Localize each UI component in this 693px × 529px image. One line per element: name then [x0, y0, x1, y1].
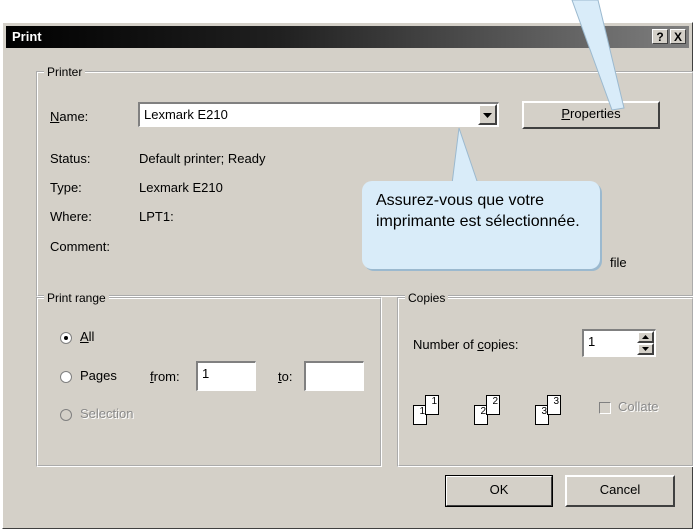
arrow-down-icon — [642, 347, 649, 351]
print-dialog: Print ? X Printer Name: Lexmark E210 Pro… — [2, 22, 693, 529]
type-label: Type: — [50, 180, 82, 195]
copies-legend: Copies — [405, 290, 449, 306]
to-label: to: — [278, 369, 293, 384]
collate-checkbox[interactable] — [599, 402, 611, 414]
arrow-up-icon — [642, 335, 649, 339]
selection-radio[interactable] — [60, 409, 72, 421]
from-label: from: — [150, 369, 180, 384]
chevron-down-icon — [483, 113, 492, 118]
to-input[interactable] — [304, 361, 364, 391]
from-input[interactable]: 1 — [196, 361, 256, 391]
collate-page: 3 — [547, 395, 561, 415]
status-label: Status: — [50, 151, 91, 166]
print-range-group: Print range All Pages from: 1 to: Select… — [36, 290, 382, 467]
title-bar: Print ? X — [6, 26, 689, 48]
window-title: Print — [12, 29, 42, 44]
annotation-callout: Assurez-vous que votre imprimante est sé… — [362, 181, 600, 269]
close-button[interactable]: X — [670, 29, 686, 44]
all-radio[interactable] — [60, 332, 72, 344]
selection-label: Selection — [80, 406, 134, 421]
type-value: Lexmark E210 — [139, 180, 223, 195]
cancel-button[interactable]: Cancel — [565, 475, 675, 507]
callout-text: Assurez-vous que votre imprimante est sé… — [376, 192, 580, 230]
comment-label: Comment: — [50, 239, 110, 254]
printer-name-select[interactable]: Lexmark E210 — [138, 102, 499, 127]
pages-radio[interactable] — [60, 371, 72, 383]
printer-legend: Printer — [44, 64, 86, 80]
name-label: Name: — [50, 109, 89, 124]
ok-button[interactable]: OK — [445, 475, 553, 507]
help-button[interactable]: ? — [652, 29, 668, 44]
number-of-copies-label: Number of copies: — [413, 337, 519, 352]
printer-dropdown-button[interactable] — [478, 104, 497, 125]
where-label: Where: — [50, 209, 92, 224]
printer-name-value: Lexmark E210 — [144, 107, 228, 122]
copies-up-button[interactable] — [637, 331, 654, 343]
print-range-legend: Print range — [44, 290, 109, 306]
status-value: Default printer; Ready — [139, 151, 266, 166]
print-to-file-label: file — [610, 255, 627, 270]
properties-button[interactable]: Properties — [522, 101, 660, 129]
copies-down-button[interactable] — [637, 343, 654, 355]
collate-label: Collate — [618, 399, 659, 414]
all-label: All — [80, 329, 95, 344]
pages-label: Pages — [80, 368, 117, 383]
where-value: LPT1: — [139, 209, 174, 224]
collate-page: 2 — [486, 395, 500, 415]
collate-page: 1 — [425, 395, 439, 415]
copies-group: Copies Number of copies: 1 1 1 2 2 3 3 C… — [397, 290, 693, 467]
copies-value: 1 — [588, 334, 596, 349]
